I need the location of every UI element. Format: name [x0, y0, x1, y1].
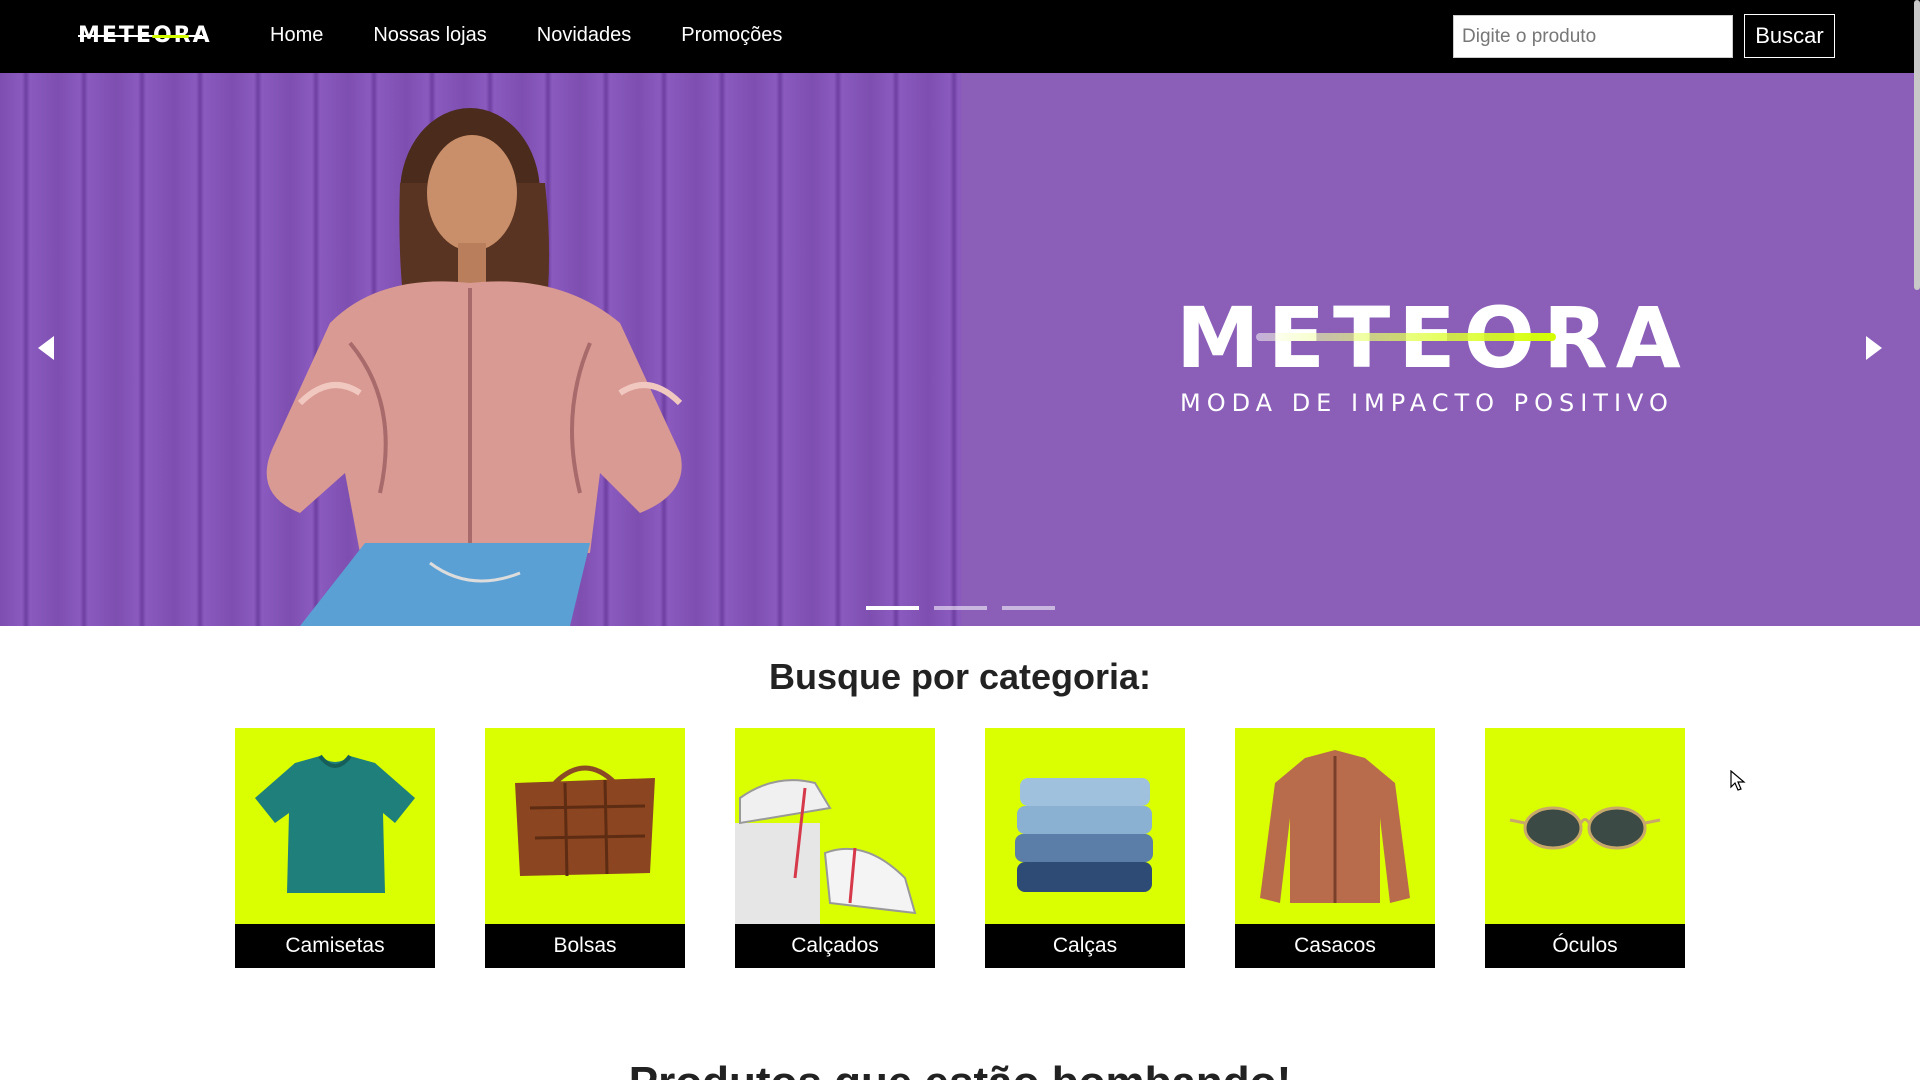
sunglasses-image	[1485, 728, 1685, 924]
category-list: Camisetas Bolsas Calçados Calças Casacos…	[235, 728, 1685, 968]
carousel-indicators	[866, 606, 1055, 610]
nav-link-nossas-lojas[interactable]: Nossas lojas	[373, 24, 486, 47]
search-input[interactable]	[1453, 15, 1733, 58]
category-card-camisetas[interactable]: Camisetas	[235, 728, 435, 968]
hero-model-photo	[0, 73, 961, 626]
hero-brand-title: METEORA	[1176, 293, 1689, 383]
nav-link-novidades[interactable]: Novidades	[537, 24, 632, 47]
category-card-calcas[interactable]: Calças	[985, 728, 1185, 968]
category-label: Casacos	[1235, 924, 1435, 968]
logo-stripe	[78, 35, 202, 38]
logo[interactable]: METEORA	[78, 22, 212, 48]
category-card-oculos[interactable]: Óculos	[1485, 728, 1685, 968]
carousel-indicator-2[interactable]	[934, 606, 987, 610]
category-label: Calças	[985, 924, 1185, 968]
sneakers-image	[735, 728, 935, 924]
hero-carousel: METEORA MODA DE IMPACTO POSITIVO	[0, 73, 1920, 626]
category-label: Camisetas	[235, 924, 435, 968]
categories-title: Busque por categoria:	[768, 656, 1152, 697]
jeans-image	[985, 728, 1185, 924]
nav-link-home[interactable]: Home	[270, 24, 323, 47]
jacket-image	[1235, 728, 1435, 924]
page-scrollbar[interactable]	[1914, 0, 1920, 290]
trending-products-title: Produtos que estão bombando!	[0, 1058, 1920, 1080]
hero-brand-block: METEORA MODA DE IMPACTO POSITIVO	[1176, 293, 1706, 417]
search-button[interactable]: Buscar	[1744, 14, 1835, 58]
hero-brand-stripe	[1256, 333, 1556, 341]
mouse-cursor-icon	[1730, 770, 1746, 791]
category-label: Calçados	[735, 924, 935, 968]
bag-image	[485, 728, 685, 924]
category-label: Óculos	[1485, 924, 1685, 968]
category-card-bolsas[interactable]: Bolsas	[485, 728, 685, 968]
top-navbar: METEORA Home Nossas lojas Novidades Prom…	[0, 0, 1920, 73]
hero-tagline: MODA DE IMPACTO POSITIVO	[1180, 389, 1674, 417]
carousel-indicator-3[interactable]	[1002, 606, 1055, 610]
carousel-prev-arrow-icon[interactable]	[38, 336, 54, 360]
carousel-indicator-1[interactable]	[866, 606, 919, 610]
category-label: Bolsas	[485, 924, 685, 968]
nav-link-promocoes[interactable]: Promoções	[681, 24, 782, 47]
category-card-casacos[interactable]: Casacos	[1235, 728, 1435, 968]
category-card-calcados[interactable]: Calçados	[735, 728, 935, 968]
carousel-next-arrow-icon[interactable]	[1866, 336, 1882, 360]
tshirt-image	[235, 728, 435, 924]
main-nav: Home Nossas lojas Novidades Promoções	[270, 24, 832, 47]
